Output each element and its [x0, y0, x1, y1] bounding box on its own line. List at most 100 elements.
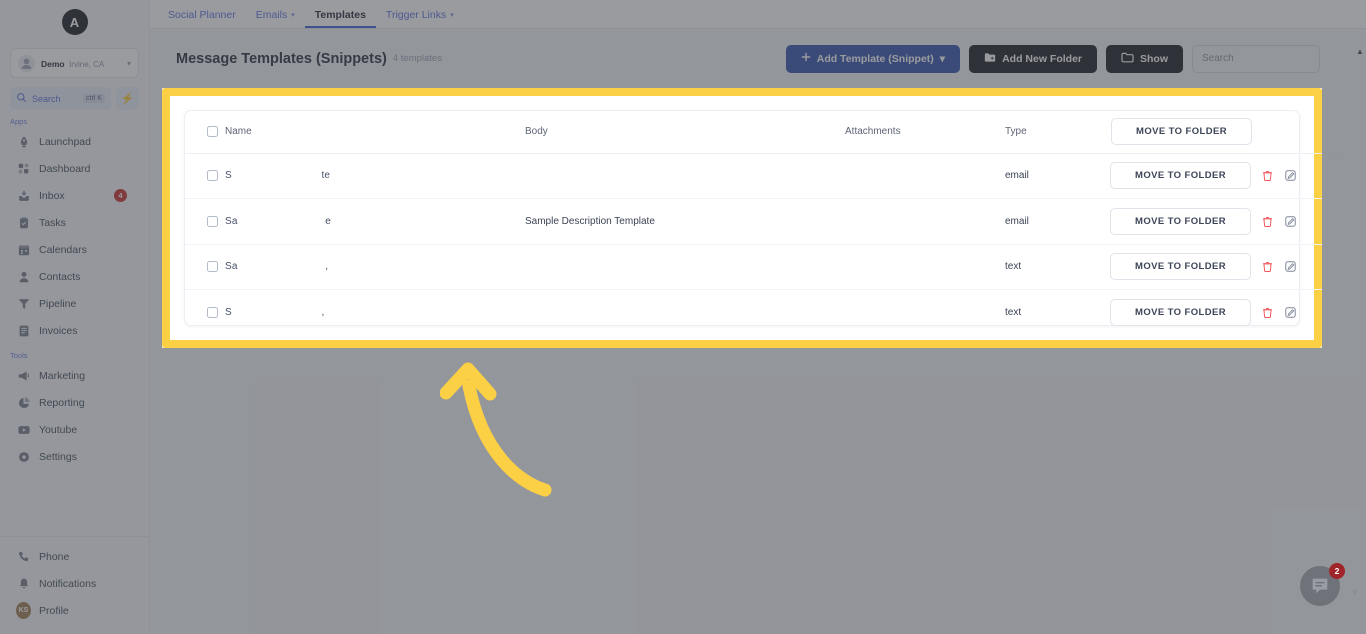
row-select-cell	[185, 290, 225, 336]
tab-trigger-links[interactable]: Trigger Links ▾	[376, 9, 464, 28]
row-body	[525, 290, 845, 336]
table-row[interactable]: S , text MOVE TO FOLDER	[185, 290, 1345, 336]
scroll-up-arrow-icon[interactable]: ▲	[1356, 47, 1364, 56]
edit-square-icon[interactable]	[1283, 214, 1297, 228]
global-search[interactable]: Search ctrl K	[10, 87, 111, 110]
row-type: email	[1005, 153, 1110, 199]
sidebar-item-pipeline[interactable]: Pipeline	[8, 290, 141, 317]
row-actions: MOVE TO FOLDER	[1110, 198, 1345, 245]
add-template-button[interactable]: Add Template (Snippet) ▾	[785, 44, 961, 73]
sidebar-item-settings[interactable]: Settings	[8, 443, 141, 470]
row-checkbox[interactable]	[207, 261, 218, 273]
sidebar-item-reporting[interactable]: Reporting	[8, 389, 141, 416]
main-area: Social Planner Emails ▾ Templates Trigge…	[150, 0, 1366, 634]
row-name: S te	[225, 153, 525, 199]
row-body	[525, 244, 845, 290]
edit-square-icon[interactable]	[1283, 260, 1297, 274]
sidebar-item-label: Launchpad	[39, 135, 91, 148]
row-checkbox[interactable]	[207, 307, 218, 318]
sidebar-item-notifications[interactable]: Notifications	[8, 570, 141, 597]
tab-label: Trigger Links	[385, 9, 447, 21]
table-header-row: Name Body Attachments Type MOVE TO FOLDE…	[185, 111, 1345, 154]
sidebar-item-profile[interactable]: KS Profile	[8, 597, 141, 624]
rocket-icon	[16, 134, 31, 149]
plus-icon	[801, 52, 811, 65]
row-attachments	[845, 153, 1005, 199]
add-folder-label: Add New Folder	[1002, 52, 1082, 65]
sidebar-item-label: Contacts	[39, 270, 81, 283]
sidebar-item-phone[interactable]: Phone	[8, 543, 141, 570]
sidebar-item-tasks[interactable]: Tasks	[8, 209, 141, 236]
tab-label: Emails	[255, 9, 288, 21]
row-move-to-folder-button[interactable]: MOVE TO FOLDER	[1110, 299, 1251, 326]
edit-square-icon[interactable]	[1283, 169, 1297, 183]
logo-letter: A	[61, 9, 88, 35]
row-checkbox[interactable]	[207, 215, 218, 227]
add-new-folder-button[interactable]: Add New Folder	[969, 44, 1097, 73]
sidebar-item-youtube[interactable]: Youtube	[8, 416, 141, 443]
sidebar-item-invoices[interactable]: Invoices	[8, 317, 141, 344]
sidebar-item-label: Reporting	[39, 396, 85, 409]
location-avatar-icon	[18, 54, 35, 72]
search-shortcut: ctrl K	[83, 94, 105, 103]
tab-templates[interactable]: Templates	[304, 9, 376, 28]
select-all-checkbox[interactable]	[207, 126, 218, 138]
sidebar-item-label: Notifications	[39, 577, 97, 590]
chat-widget[interactable]: 2 ▾	[1300, 563, 1357, 610]
trash-icon[interactable]	[1260, 260, 1274, 274]
clipboard-icon	[16, 215, 31, 230]
table-row[interactable]: S te email MOVE TO FOLDER	[185, 153, 1345, 199]
add-template-label: Add Template (Snippet)	[816, 52, 934, 65]
trash-icon[interactable]	[1260, 169, 1274, 183]
location-sub: Irvine, CA	[69, 59, 105, 69]
sidebar-item-label: Profile	[39, 604, 69, 617]
location-switcher[interactable]: Demo Irvine, CA ▾	[10, 48, 139, 78]
trash-icon[interactable]	[1260, 214, 1274, 228]
phone-icon	[16, 549, 31, 564]
row-attachments	[845, 290, 1005, 336]
tab-emails[interactable]: Emails ▾	[246, 9, 305, 28]
sidebar-item-label: Settings	[39, 450, 77, 463]
row-body	[525, 153, 845, 199]
col-type: Type	[1005, 111, 1110, 154]
edit-square-icon[interactable]	[1283, 306, 1297, 320]
row-move-to-folder-button[interactable]: MOVE TO FOLDER	[1110, 207, 1251, 235]
col-actions: MOVE TO FOLDER	[1110, 111, 1345, 154]
tab-social-planner[interactable]: Social Planner	[158, 9, 246, 28]
search-input[interactable]	[1192, 44, 1320, 73]
bulk-move-to-folder-button[interactable]: MOVE TO FOLDER	[1111, 118, 1252, 146]
sidebar-item-inbox[interactable]: Inbox 4	[8, 182, 141, 209]
page-title: Message Templates (Snippets)	[176, 50, 387, 67]
app-logo[interactable]: A	[0, 0, 149, 44]
trash-icon[interactable]	[1260, 306, 1274, 320]
funnel-icon	[16, 296, 31, 311]
sidebar-item-dashboard[interactable]: Dashboard	[8, 155, 141, 182]
location-text: Demo Irvine, CA	[41, 55, 121, 72]
show-button[interactable]: Show	[1106, 44, 1183, 73]
search-label: Search	[32, 93, 61, 104]
app-root: A Demo Irvine, CA ▾ Search ctrl K ⚡ Apps…	[0, 0, 1366, 634]
sidebar-item-label: Calendars	[39, 243, 87, 256]
sidebar-item-launchpad[interactable]: Launchpad	[8, 128, 141, 155]
templates-table: Name Body Attachments Type MOVE TO FOLDE…	[185, 111, 1345, 335]
sidebar-item-marketing[interactable]: Marketing	[8, 362, 141, 389]
page-scrollbar[interactable]: ▲	[1355, 29, 1366, 634]
sidebar-group-tools-label: Tools	[10, 351, 28, 360]
row-actions: MOVE TO FOLDER	[1110, 290, 1345, 336]
sidebar-group-apps-label: Apps	[10, 117, 28, 126]
quick-actions-button[interactable]: ⚡	[116, 87, 139, 110]
template-count: 4 templates	[392, 53, 442, 64]
sidebar-item-contacts[interactable]: Contacts	[8, 263, 141, 290]
table-row[interactable]: Sa , text MOVE TO FOLDER	[185, 244, 1345, 290]
row-select-cell	[185, 198, 225, 245]
templates-card: Name Body Attachments Type MOVE TO FOLDE…	[184, 110, 1345, 326]
row-move-to-folder-button[interactable]: MOVE TO FOLDER	[1110, 253, 1251, 281]
row-type: email	[1005, 198, 1110, 245]
pie-chart-icon	[16, 395, 31, 410]
sidebar-item-calendars[interactable]: Calendars	[8, 236, 141, 263]
row-checkbox[interactable]	[207, 170, 218, 182]
table-row[interactable]: Sa e Sample Description Template email M…	[185, 198, 1345, 245]
row-move-to-folder-button[interactable]: MOVE TO FOLDER	[1110, 162, 1251, 190]
chevron-down-icon[interactable]: ▾	[1352, 587, 1357, 598]
sidebar-item-label: Invoices	[39, 324, 78, 337]
